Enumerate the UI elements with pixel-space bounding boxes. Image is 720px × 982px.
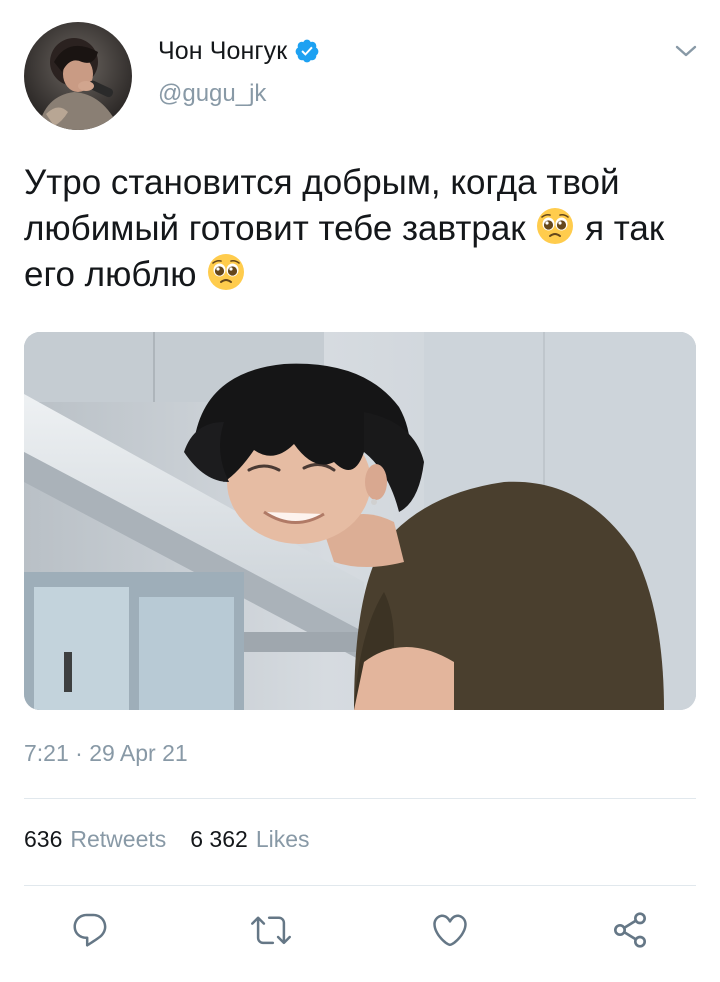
engagement-stats: 636 Retweets 6 362 Likes — [24, 826, 310, 853]
tweet-timestamp[interactable]: 7:21 · 29 Apr 21 — [24, 740, 188, 767]
display-name[interactable]: Чон Чонгук — [158, 37, 287, 66]
heart-icon — [430, 910, 470, 955]
share-icon — [610, 910, 650, 955]
retweets-count[interactable]: 636 — [24, 826, 62, 853]
reply-button[interactable] — [64, 906, 116, 958]
avatar[interactable] — [24, 22, 132, 130]
likes-count[interactable]: 6 362 — [190, 826, 248, 853]
retweet-icon — [251, 910, 291, 955]
divider — [24, 798, 696, 799]
user-handle[interactable]: @gugu_jk — [158, 80, 266, 108]
retweet-button[interactable] — [245, 906, 297, 958]
chevron-down-icon[interactable] — [672, 40, 700, 62]
share-button[interactable] — [604, 906, 656, 958]
pleading-face-emoji — [535, 206, 575, 246]
reply-icon — [70, 910, 110, 955]
verified-badge-icon — [294, 38, 320, 64]
like-button[interactable] — [424, 906, 476, 958]
likes-label[interactable]: Likes — [256, 826, 310, 853]
author-name-row[interactable]: Чон Чонгук — [158, 34, 320, 68]
retweets-label[interactable]: Retweets — [70, 826, 166, 853]
tweet-media-image[interactable] — [24, 332, 696, 710]
tweet-actions-bar — [0, 906, 720, 958]
divider — [24, 885, 696, 886]
tweet-text: Утро становится добрым, когда твой любим… — [24, 160, 696, 298]
tweet-card: Чон Чонгук @gugu_jk Утро становится добр… — [0, 0, 720, 982]
pleading-face-emoji — [206, 252, 246, 292]
